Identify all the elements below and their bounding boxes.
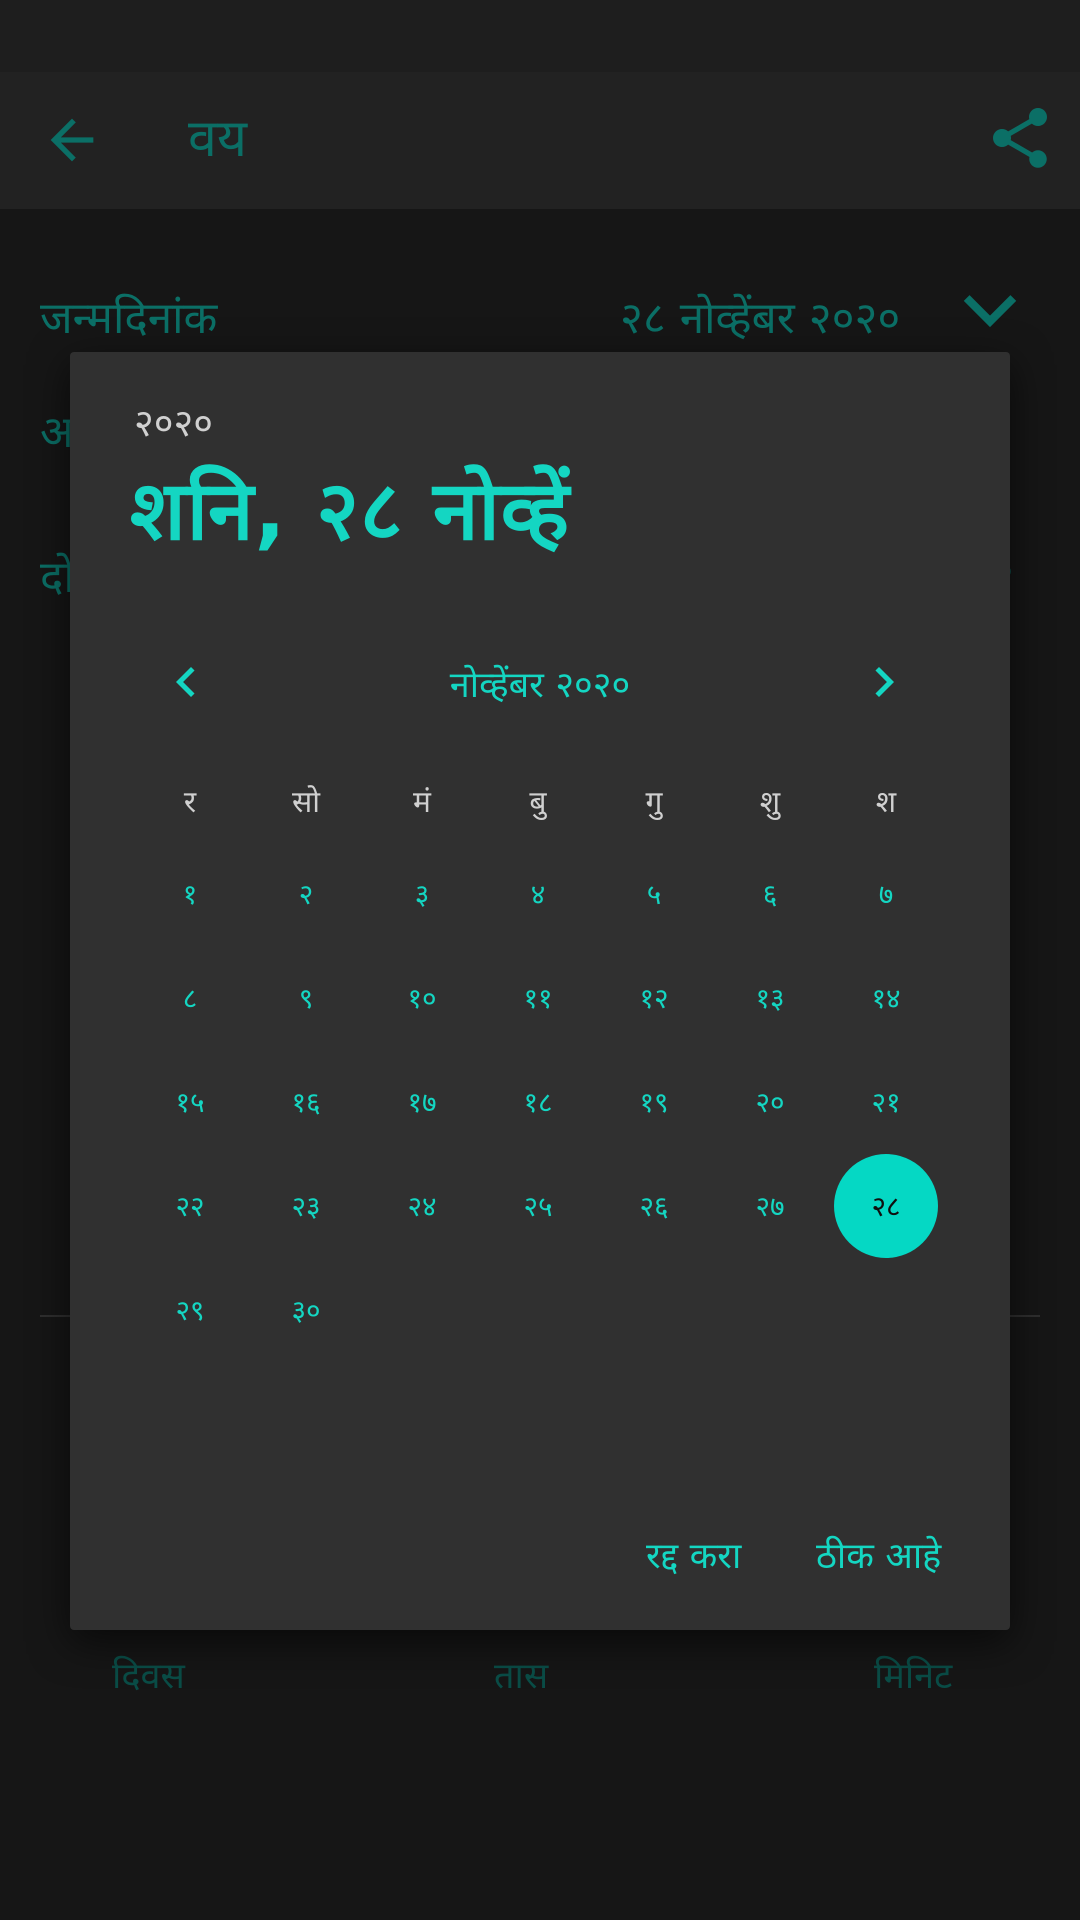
weekday-label: बु	[529, 785, 547, 820]
calendar-grid: १ २ ३ ४ ५ ६ ७ ८ ९ १० ११ १२ १३ १४ १५ १६ १…	[132, 842, 944, 1362]
app-bar: वय	[0, 72, 1080, 209]
calendar-day[interactable]: २२	[132, 1154, 248, 1258]
birthdate-value[interactable]: २८ नोव्हेंबर २०२०	[620, 286, 900, 346]
calendar-day[interactable]: ३	[364, 842, 480, 946]
date-picker-dialog: २०२० शनि, २८ नोव्हें नोव्हेंबर २०२० र सो…	[70, 352, 1010, 1630]
weekday-label: गु	[645, 785, 663, 820]
calendar-day[interactable]: ५	[596, 842, 712, 946]
birthdate-label: जन्मदिनांक	[40, 293, 218, 344]
calendar-day[interactable]: १६	[248, 1050, 364, 1154]
cancel-button[interactable]: रद्द करा	[646, 1530, 741, 1579]
stat-label-minutes: मिनिट	[874, 1656, 953, 1697]
arrow-back-icon[interactable]	[40, 108, 104, 172]
calendar-day[interactable]: १८	[480, 1050, 596, 1154]
calendar-day[interactable]: ८	[132, 946, 248, 1050]
chevron-down-icon[interactable]	[962, 292, 1018, 332]
calendar-day[interactable]: ३०	[248, 1258, 364, 1362]
weekday-header: र सो मं बु गु शु श	[132, 780, 944, 821]
calendar-day[interactable]: २९	[132, 1258, 248, 1362]
year-label[interactable]: २०२०	[134, 396, 213, 448]
weekday-label: श	[875, 785, 897, 820]
calendar-day[interactable]: १५	[132, 1050, 248, 1154]
page-title: वय	[188, 109, 248, 169]
calendar-day-selected[interactable]: २८	[828, 1154, 944, 1258]
calendar-day[interactable]: १७	[364, 1050, 480, 1154]
calendar-day[interactable]: २५	[480, 1154, 596, 1258]
calendar-day[interactable]: २७	[712, 1154, 828, 1258]
stat-label-days: दिवस	[112, 1656, 185, 1697]
calendar-day[interactable]: १३	[712, 946, 828, 1050]
status-bar	[0, 0, 1080, 72]
weekday-label: सो	[291, 785, 321, 820]
calendar-day[interactable]: २४	[364, 1154, 480, 1258]
chevron-left-icon[interactable]	[156, 652, 216, 712]
weekday-label: शु	[759, 785, 781, 820]
stat-label-hours: तास	[494, 1656, 549, 1697]
calendar-day[interactable]: २१	[828, 1050, 944, 1154]
calendar-day[interactable]: १०	[364, 946, 480, 1050]
calendar-day[interactable]: १९	[596, 1050, 712, 1154]
calendar-day[interactable]: १	[132, 842, 248, 946]
chevron-right-icon[interactable]	[854, 652, 914, 712]
calendar-day[interactable]: ६	[712, 842, 828, 946]
calendar-day[interactable]: २६	[596, 1154, 712, 1258]
weekday-label: र	[183, 785, 197, 820]
calendar-day[interactable]: ७	[828, 842, 944, 946]
calendar-day[interactable]: २	[248, 842, 364, 946]
background-row-label: अ	[40, 407, 74, 458]
selected-date-header: शनि, २८ नोव्हें	[130, 464, 571, 559]
calendar-day[interactable]: २३	[248, 1154, 364, 1258]
calendar-day[interactable]: ११	[480, 946, 596, 1050]
calendar-day[interactable]: १२	[596, 946, 712, 1050]
calendar-day[interactable]: ९	[248, 946, 364, 1050]
month-title: नोव्हेंबर २०२०	[449, 665, 631, 706]
calendar-day[interactable]: १४	[828, 946, 944, 1050]
calendar-day[interactable]: २०	[712, 1050, 828, 1154]
ok-button[interactable]: ठीक आहे	[816, 1530, 941, 1579]
weekday-label: मं	[413, 785, 431, 820]
share-icon[interactable]	[984, 98, 1056, 178]
calendar-day[interactable]: ४	[480, 842, 596, 946]
